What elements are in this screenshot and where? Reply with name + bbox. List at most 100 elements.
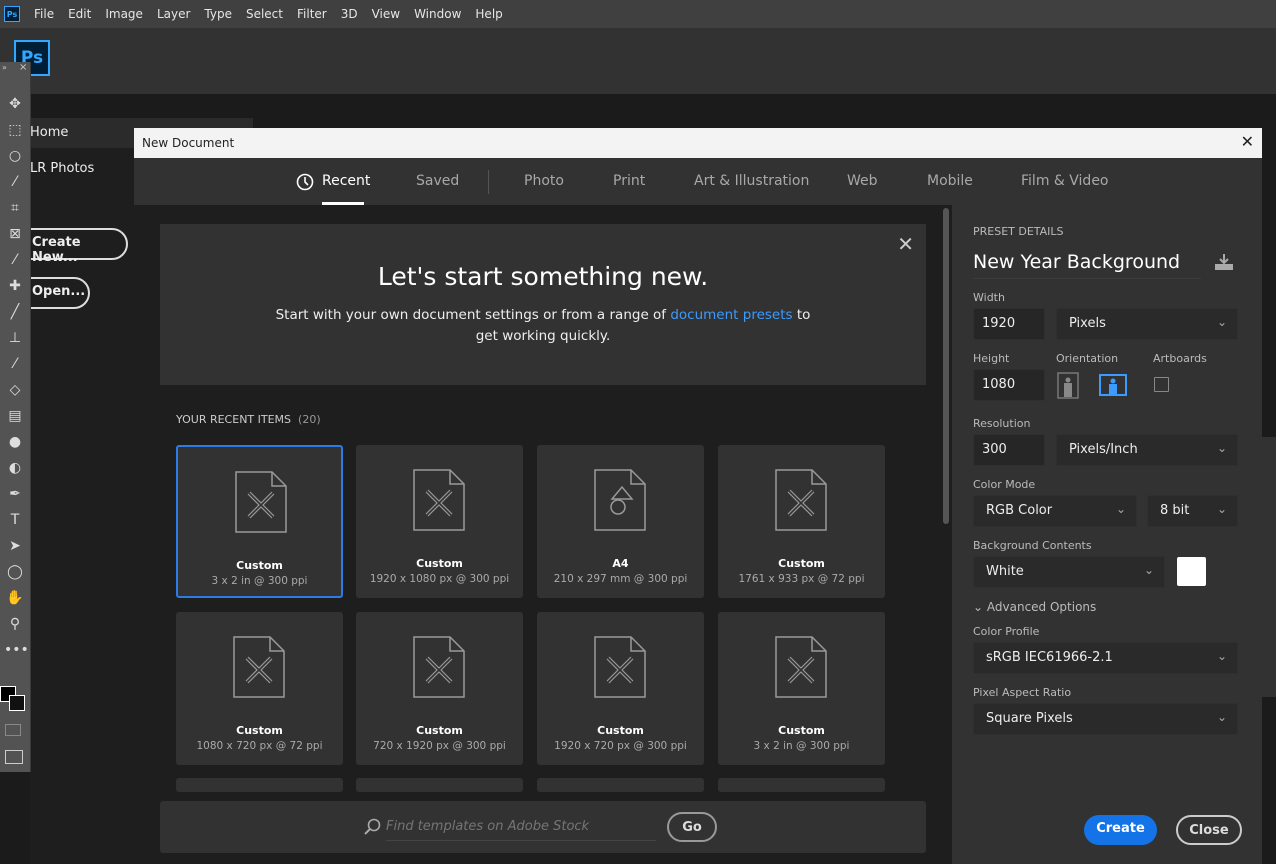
recent-item-size: 3 x 2 in @ 300 ppi	[753, 740, 850, 752]
recent-item[interactable]: Custom 3 x 2 in @ 300 ppi	[718, 612, 885, 765]
app-header	[0, 28, 1276, 94]
menu-type[interactable]: Type	[204, 7, 232, 21]
recent-item[interactable]: Custom 1080 x 720 px @ 72 ppi	[176, 612, 343, 765]
tab-web[interactable]: Web	[847, 173, 878, 189]
preset-name-input[interactable]: New Year Background	[973, 251, 1201, 279]
tab-recent[interactable]: Recent	[322, 173, 370, 189]
custom-document-icon	[775, 636, 827, 698]
recent-item[interactable]: Custom 3 x 2 in @ 300 ppi	[176, 445, 343, 598]
menu-window[interactable]: Window	[414, 7, 461, 21]
resolution-input[interactable]: 300	[973, 434, 1045, 466]
background-color-swatch[interactable]	[1177, 557, 1206, 586]
ellipse-icon[interactable]: ◯	[4, 561, 26, 583]
brush-icon[interactable]: ╱	[4, 301, 26, 323]
tab-divider	[488, 170, 489, 194]
recent-item-size: 720 x 1920 px @ 300 ppi	[373, 740, 506, 752]
stock-search-input[interactable]	[386, 813, 656, 841]
resolution-unit-select[interactable]: Pixels/Inch ⌄	[1056, 434, 1238, 466]
width-input[interactable]: 1920	[973, 308, 1045, 340]
quick-mask-icon[interactable]	[5, 724, 21, 736]
recent-item[interactable]	[356, 778, 523, 792]
crop-icon[interactable]: ⌗	[4, 197, 26, 219]
chevron-down-icon: ⌄	[1216, 710, 1227, 724]
dodge-icon[interactable]: ◐	[4, 457, 26, 479]
menu-view[interactable]: View	[372, 7, 400, 21]
gradient-icon[interactable]: ▤	[4, 405, 26, 427]
tab-saved[interactable]: Saved	[416, 173, 459, 189]
recent-item[interactable]: Custom 1920 x 1080 px @ 300 ppi	[356, 445, 523, 598]
tab-print[interactable]: Print	[613, 173, 645, 189]
frame-icon[interactable]: ⊠	[4, 223, 26, 245]
recent-item-size: 210 x 297 mm @ 300 ppi	[553, 573, 688, 585]
background-value: White	[986, 564, 1024, 579]
tab-film-video[interactable]: Film & Video	[1021, 173, 1109, 189]
stamp-icon[interactable]: ⊥	[4, 327, 26, 349]
path-select-icon[interactable]: ➤	[4, 535, 26, 557]
recent-item[interactable]: Custom 1920 x 720 px @ 300 ppi	[537, 612, 704, 765]
landscape-orientation-icon[interactable]	[1099, 374, 1127, 396]
pen-icon[interactable]: ✒	[4, 483, 26, 505]
menu-file[interactable]: File	[34, 7, 54, 21]
healing-icon[interactable]: ✚	[4, 275, 26, 297]
menu-3d[interactable]: 3D	[341, 7, 358, 21]
menu-help[interactable]: Help	[475, 7, 502, 21]
menu-image[interactable]: Image	[105, 7, 143, 21]
recent-item[interactable]: Custom 720 x 1920 px @ 300 ppi	[356, 612, 523, 765]
recent-item[interactable]: Custom 1761 x 933 px @ 72 ppi	[718, 445, 885, 598]
history-brush-icon[interactable]: ⁄	[4, 353, 26, 375]
collapse-icon[interactable]: »	[2, 63, 7, 72]
advanced-options-toggle[interactable]: ⌄ Advanced Options	[973, 600, 1096, 614]
magic-wand-icon[interactable]: ⁄	[4, 171, 26, 193]
recent-item[interactable]	[718, 778, 885, 792]
lasso-icon[interactable]: ○	[4, 145, 26, 167]
recent-item[interactable]	[176, 778, 343, 792]
menu-select[interactable]: Select	[246, 7, 283, 21]
pixel-aspect-ratio-select[interactable]: Square Pixels ⌄	[973, 703, 1238, 735]
eraser-icon[interactable]: ◇	[4, 379, 26, 401]
scrollbar[interactable]	[943, 208, 949, 524]
go-button[interactable]: Go	[667, 812, 717, 842]
welcome-text: Start with your own document settings or…	[273, 305, 813, 347]
menu-edit[interactable]: Edit	[68, 7, 91, 21]
preset-tabs: Recent Saved Photo Print Art & Illustration W…	[134, 158, 1262, 205]
recent-item[interactable]: A4 210 x 297 mm @ 300 ppi	[537, 445, 704, 598]
close-button[interactable]: Close	[1176, 815, 1242, 845]
blur-icon[interactable]: ●	[4, 431, 26, 453]
type-icon[interactable]: T	[4, 509, 26, 531]
close-banner-icon[interactable]: ✕	[897, 232, 914, 256]
zoom-icon[interactable]: ⚲	[4, 613, 26, 635]
chevron-down-icon: ⌄	[1216, 649, 1227, 663]
advanced-options-label: Advanced Options	[986, 600, 1097, 614]
document-presets-link[interactable]: document presets	[670, 307, 792, 323]
close-icon[interactable]: ×	[19, 62, 27, 73]
width-unit-select[interactable]: Pixels ⌄	[1056, 308, 1238, 340]
hand-icon[interactable]: ✋	[4, 587, 26, 609]
tab-photo[interactable]: Photo	[524, 173, 564, 189]
chevron-down-icon: ⌄	[973, 600, 984, 614]
background-color-swatch[interactable]	[9, 695, 25, 711]
recent-item-name: Custom	[597, 724, 644, 737]
marquee-icon[interactable]: ⬚	[4, 119, 26, 141]
custom-document-icon	[413, 636, 465, 698]
menu-layer[interactable]: Layer	[157, 7, 190, 21]
close-icon[interactable]: ✕	[1241, 132, 1254, 151]
color-profile-select[interactable]: sRGB IEC61966-2.1 ⌄	[973, 642, 1238, 674]
recent-item[interactable]	[537, 778, 704, 792]
artboards-checkbox[interactable]	[1154, 377, 1169, 392]
tab-art-illustration[interactable]: Art & Illustration	[694, 173, 809, 189]
color-mode-select[interactable]: RGB Color ⌄	[973, 495, 1137, 527]
portrait-orientation-icon[interactable]	[1057, 372, 1079, 399]
eyedropper-icon[interactable]: ⁄	[4, 249, 26, 271]
background-contents-select[interactable]: White ⌄	[973, 556, 1165, 588]
chevron-down-icon: ⌄	[1115, 502, 1126, 516]
tab-mobile[interactable]: Mobile	[927, 173, 973, 189]
save-preset-icon[interactable]	[1214, 253, 1234, 271]
height-input[interactable]: 1080	[973, 369, 1045, 401]
bit-depth-select[interactable]: 8 bit ⌄	[1147, 495, 1238, 527]
screen-mode-icon[interactable]	[5, 750, 23, 764]
move-icon[interactable]: ✥	[4, 93, 26, 115]
width-unit-value: Pixels	[1069, 316, 1106, 331]
menu-filter[interactable]: Filter	[297, 7, 327, 21]
create-button[interactable]: Create	[1084, 815, 1157, 845]
more-icon[interactable]: •••	[4, 639, 29, 661]
